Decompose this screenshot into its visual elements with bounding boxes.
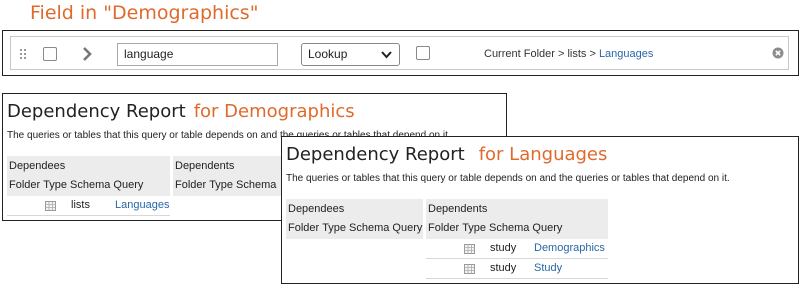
col-schema[interactable]: Schema: [349, 222, 389, 234]
col-folder[interactable]: Folder: [428, 222, 459, 234]
lookup-path: Current Folder > lists > Languages: [484, 48, 653, 60]
table-row: study Demographics: [426, 239, 608, 259]
dependents-header: Dependents Folder Type Schema Query: [426, 199, 608, 239]
remove-circle-icon[interactable]: [772, 47, 784, 59]
col-type[interactable]: Type: [462, 222, 486, 234]
drag-handle-icon[interactable]: [20, 49, 28, 59]
col-schema[interactable]: Schema: [489, 222, 529, 234]
col-schema[interactable]: Schema: [236, 179, 276, 191]
data-type-value: Lookup: [308, 47, 348, 61]
col-type[interactable]: Type: [209, 179, 233, 191]
report-title-subject: for Demographics: [193, 101, 355, 122]
dependents-label: Dependents: [428, 203, 488, 215]
report-title-main: Dependency Report: [286, 144, 465, 165]
report-description: The queries or tables that this query or…: [286, 173, 730, 184]
table-grid-icon: [464, 264, 475, 274]
dependees-header: Dependees Folder Type Schema Query: [286, 199, 423, 239]
table-row: lists Languages: [7, 196, 170, 216]
dependees-label: Dependees: [288, 203, 345, 215]
chevron-down-icon: [381, 51, 392, 59]
lookup-target-link[interactable]: Languages: [599, 48, 653, 60]
col-folder[interactable]: Folder: [9, 179, 40, 191]
report-title: Dependency Report for Languages: [286, 144, 607, 165]
field-row-container: language Lookup Current Folder > lists >…: [2, 30, 799, 76]
dependents-label: Dependents: [175, 160, 235, 172]
dependees-columns: Folder Type Schema Query: [9, 179, 146, 191]
report-title-main: Dependency Report: [7, 101, 186, 122]
field-select-checkbox[interactable]: [43, 47, 57, 61]
table-row: study Study: [426, 259, 608, 279]
field-name-input[interactable]: language: [117, 43, 278, 66]
data-type-select[interactable]: Lookup: [301, 43, 400, 66]
row-schema: lists: [71, 199, 90, 211]
dependees-label: Dependees: [9, 160, 66, 172]
row-query-link[interactable]: Demographics: [534, 242, 605, 254]
dependency-report-languages: Dependency Report for Languages The queri…: [281, 136, 799, 284]
col-type[interactable]: Type: [322, 222, 346, 234]
dependents-header: Dependents Folder Type Schema: [173, 156, 283, 196]
report-title: Dependency Report for Demographics: [7, 101, 355, 122]
dependents-columns: Folder Type Schema: [175, 179, 279, 191]
dependents-columns: Folder Type Schema Query: [428, 222, 565, 234]
col-schema[interactable]: Schema: [70, 179, 110, 191]
lookup-path-prefix: Current Folder > lists >: [484, 48, 599, 60]
row-schema: study: [490, 262, 517, 274]
table-grid-icon: [464, 244, 475, 254]
dependees-columns: Folder Type Schema Query: [288, 222, 425, 234]
col-folder[interactable]: Folder: [175, 179, 206, 191]
caption: Field in "Demographics": [30, 2, 259, 24]
dependees-header: Dependees Folder Type Schema Query: [7, 156, 170, 196]
table-grid-icon: [45, 201, 56, 211]
field-row: language Lookup Current Folder > lists >…: [10, 36, 789, 70]
col-query[interactable]: Query: [532, 222, 562, 234]
row-schema: study: [490, 242, 517, 254]
row-query-link[interactable]: Study: [534, 262, 562, 274]
required-checkbox[interactable]: [416, 46, 430, 60]
row-query-link[interactable]: Languages: [115, 199, 169, 211]
col-type[interactable]: Type: [43, 179, 67, 191]
col-query[interactable]: Query: [113, 179, 143, 191]
col-folder[interactable]: Folder: [288, 222, 319, 234]
col-query[interactable]: Query: [392, 222, 422, 234]
chevron-right-icon[interactable]: [81, 47, 93, 61]
report-title-subject: for Languages: [478, 144, 608, 165]
